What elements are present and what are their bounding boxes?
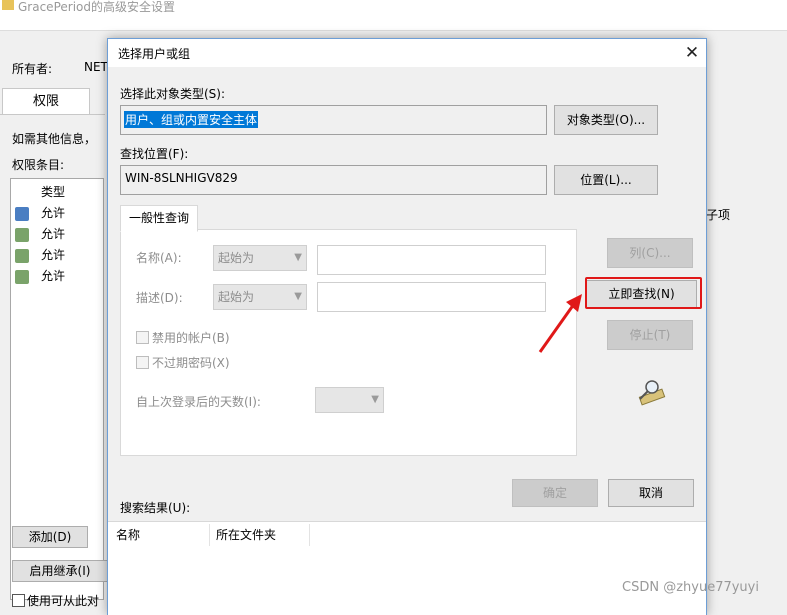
find-now-highlight-box [585,277,702,309]
list-item-type: 允许 [41,248,66,262]
object-type-value: 用户、组或内置安全主体 [124,111,259,128]
column-header-type[interactable]: 类型 [41,183,65,200]
users-icon [15,227,29,242]
chevron-down-icon: ▼ [294,291,302,302]
description-mode-value: 起始为 [218,290,255,304]
background-title-bar: GracePeriod的高级安全设置 [0,0,787,31]
description-label: 描述(D): [136,291,183,305]
arrow-annotation-icon [538,294,582,353]
locations-button[interactable]: 位置(L)... [554,165,658,195]
search-magnifier-icon [634,379,668,407]
entries-label: 权限条目: [12,158,65,172]
dialog-title: 选择用户或组 [118,47,191,61]
ok-button[interactable]: 确定 [512,479,598,507]
add-button[interactable]: 添加(D) [12,526,88,548]
users-icon [15,248,29,263]
owner-label: 所有者: [12,62,53,76]
info-text: 如需其他信息， [12,132,97,146]
description-mode-select[interactable]: 起始为 ▼ [213,284,307,310]
tab-divider [0,114,105,115]
days-since-logon-select[interactable]: ▼ [315,387,384,413]
location-field: WIN-8SLNHIGV829 [120,165,547,195]
name-input[interactable] [317,245,546,275]
days-since-logon-label: 自上次登录后的天数(I): [136,395,261,409]
column-divider [309,524,310,546]
list-item[interactable]: 允许 [15,203,65,223]
users-icon [15,269,29,284]
disabled-accounts-checkbox[interactable] [136,331,149,344]
disabled-accounts-label: 禁用的帐户(B) [152,331,230,345]
column-divider [209,524,210,546]
name-mode-value: 起始为 [218,251,255,265]
background-window-title: GracePeriod的高级安全设置 [18,0,175,14]
replace-child-checkbox[interactable] [12,594,25,607]
list-item-type: 允许 [41,269,66,283]
object-type-field: 用户、组或内置安全主体 [120,105,547,135]
location-value: WIN-8SLNHIGV829 [125,171,238,185]
tab-general-query[interactable]: 一般性查询 [120,205,198,232]
list-item-type: 允许 [41,227,66,241]
right-fragment: 子项 [706,208,731,222]
object-type-label: 选择此对象类型(S): [120,87,226,101]
stop-button[interactable]: 停止(T) [607,320,693,350]
column-header-name[interactable]: 名称 [116,526,140,543]
computer-icon [15,206,29,221]
list-item[interactable]: 允许 [15,266,65,286]
search-results-list[interactable]: 名称 所在文件夹 [108,521,706,615]
watermark: CSDN @zhyue77yuyi [622,580,759,595]
owner-value: NET [84,60,108,74]
dialog-title-bar: 选择用户或组 ✕ [108,39,706,67]
select-users-dialog: 选择用户或组 ✕ 选择此对象类型(S): 用户、组或内置安全主体 对象类型(O)… [107,38,707,615]
chevron-down-icon: ▼ [294,252,302,263]
list-item[interactable]: 允许 [15,245,65,265]
object-types-button[interactable]: 对象类型(O)... [554,105,658,135]
chevron-down-icon: ▼ [371,394,379,405]
columns-button[interactable]: 列(C)... [607,238,693,268]
list-item[interactable]: 允许 [15,224,65,244]
cancel-button[interactable]: 取消 [608,479,694,507]
location-label: 查找位置(F): [120,147,189,161]
search-results-label: 搜索结果(U): [120,501,191,515]
enable-inheritance-button[interactable]: 启用继承(I) [12,560,108,582]
tab-permissions[interactable]: 权限 [2,88,90,115]
non-expiring-password-checkbox[interactable] [136,356,149,369]
name-label: 名称(A): [136,251,182,265]
close-icon[interactable]: ✕ [680,41,704,65]
replace-child-label: 使用可从此对 [27,594,100,608]
list-item-type: 允许 [41,206,66,220]
folder-icon [2,0,14,10]
description-input[interactable] [317,282,546,312]
non-expiring-password-label: 不过期密码(X) [152,356,230,370]
name-mode-select[interactable]: 起始为 ▼ [213,245,307,271]
column-header-folder[interactable]: 所在文件夹 [216,526,276,543]
